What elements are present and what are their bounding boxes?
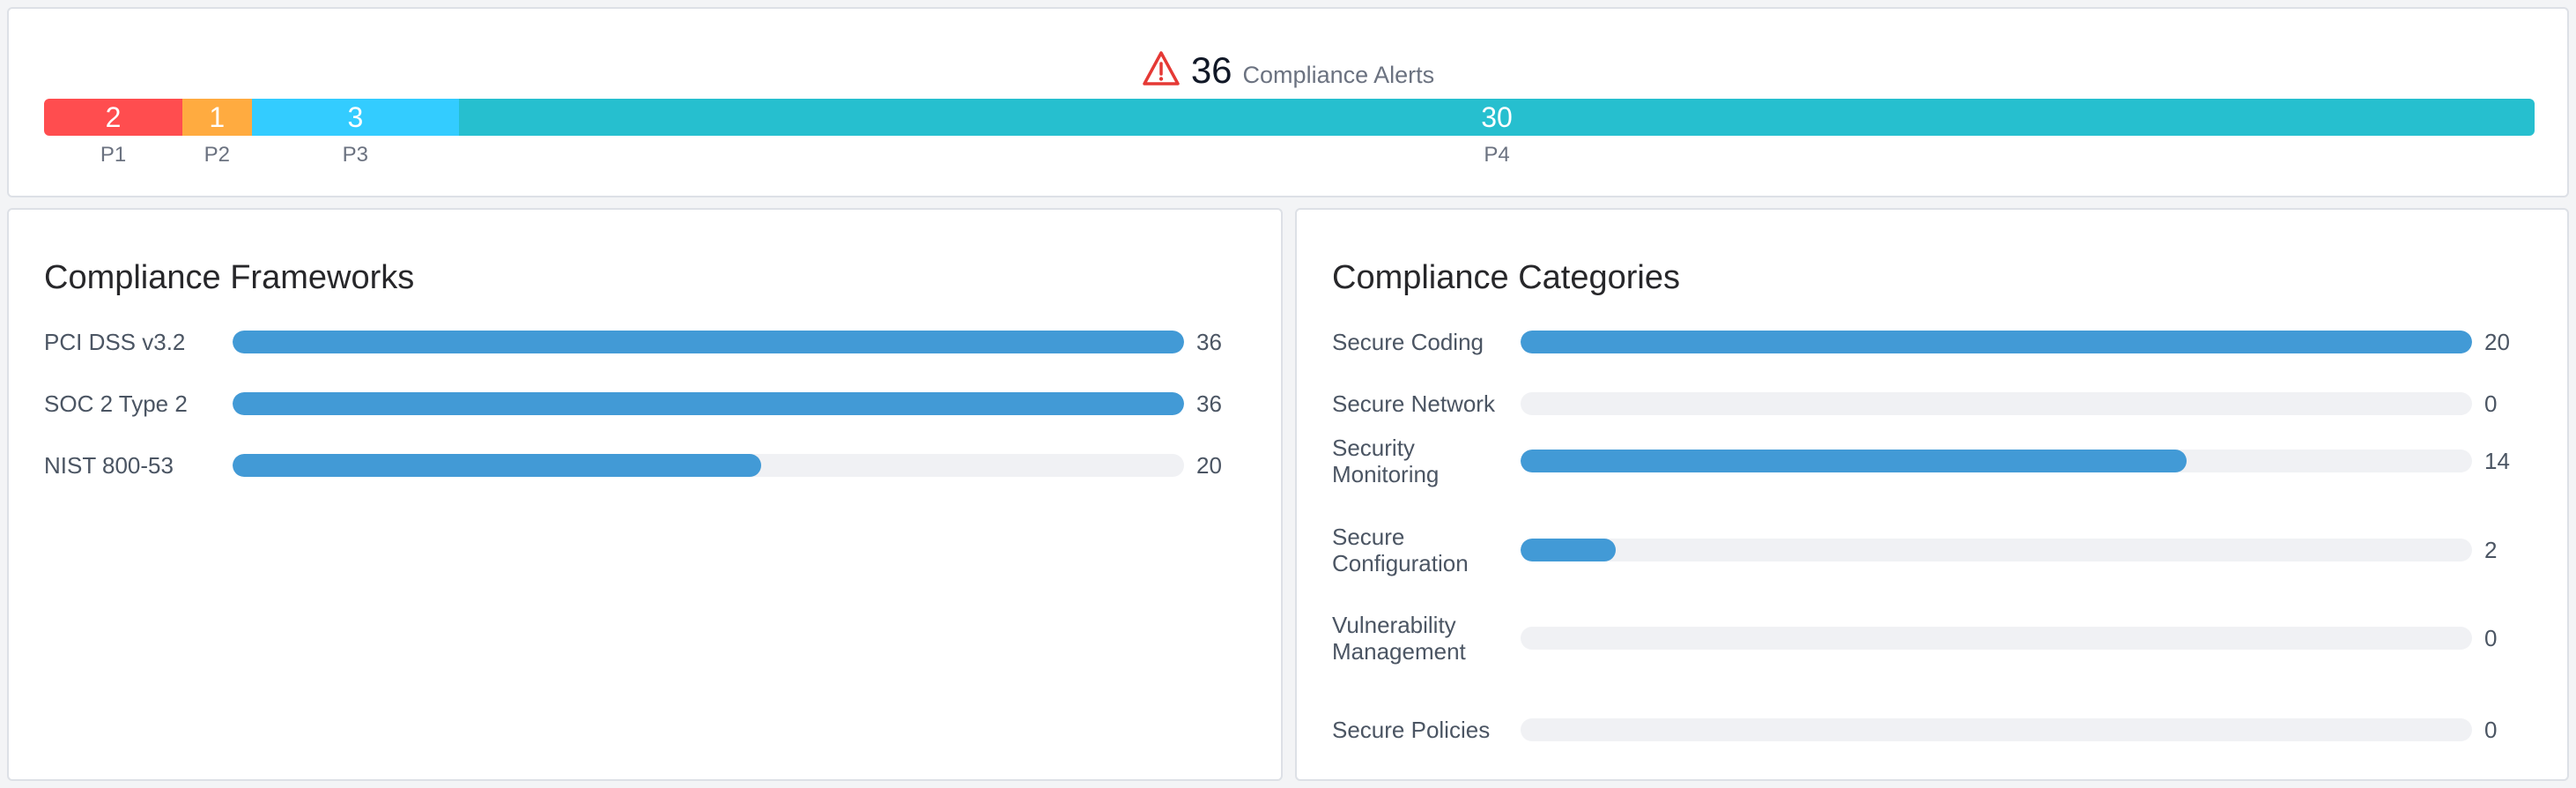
categories-row-value: 2 — [2484, 536, 2498, 563]
categories-row[interactable]: Secure Configuration 2 — [1332, 524, 2520, 576]
alerts-total-count: 36 — [1190, 49, 1232, 91]
severity-segment-p2[interactable]: 1 — [182, 99, 252, 136]
compliance-frameworks-panel: Compliance Frameworks PCI DSS v3.2 36 SOC … — [7, 208, 1283, 781]
frameworks-row-value: 36 — [1196, 328, 1222, 355]
categories-row-track — [1521, 539, 2472, 561]
categories-row[interactable]: Secure Coding 20 — [1332, 329, 2520, 356]
categories-row-fill — [1521, 539, 1616, 561]
categories-row-fill — [1521, 450, 2187, 472]
warning-icon — [1142, 50, 1181, 92]
frameworks-row-value: 20 — [1196, 451, 1222, 479]
frameworks-title: Compliance Frameworks — [44, 259, 415, 296]
frameworks-row-label: SOC 2 Type 2 — [44, 390, 188, 417]
categories-row-label: Security Monitoring — [1332, 435, 1440, 487]
severity-segment-p1[interactable]: 2 — [44, 99, 183, 136]
severity-segment-p4[interactable]: 30 — [459, 99, 2535, 136]
compliance-alerts-panel: 36 Compliance Alerts 2 1 3 30 P1 P2 P3 P4 — [7, 7, 2569, 197]
categories-row-track — [1521, 718, 2472, 741]
frameworks-row-label: NIST 800-53 — [44, 452, 174, 479]
frameworks-row-fill — [233, 331, 1184, 353]
categories-row[interactable]: Secure Policies 0 — [1332, 717, 2520, 744]
categories-row[interactable]: Security Monitoring 14 — [1332, 435, 2520, 487]
categories-row-label: Secure Configuration — [1332, 524, 1469, 576]
categories-row-track — [1521, 331, 2472, 353]
categories-row-label: Vulnerability Management — [1332, 612, 1466, 665]
frameworks-row[interactable]: PCI DSS v3.2 36 — [44, 329, 1232, 356]
frameworks-row-track — [233, 331, 1184, 353]
categories-row[interactable]: Vulnerability Management 0 — [1332, 612, 2520, 665]
severity-segment-p3[interactable]: 3 — [251, 99, 460, 136]
frameworks-row-label: PCI DSS v3.2 — [44, 329, 186, 355]
categories-row-track — [1521, 627, 2472, 650]
frameworks-row-fill — [233, 392, 1184, 415]
categories-row-fill — [1521, 331, 2472, 353]
severity-labels: P1 P2 P3 P4 — [44, 143, 2535, 171]
categories-row-value: 14 — [2484, 447, 2510, 474]
severity-label-p2: P2 — [204, 143, 230, 167]
categories-row-label: Secure Policies — [1332, 717, 1491, 743]
severity-label-p4: P4 — [1484, 143, 1510, 167]
categories-row-value: 0 — [2484, 624, 2498, 651]
categories-row-label: Secure Coding — [1332, 329, 1484, 355]
alerts-header: 36 Compliance Alerts — [9, 48, 2567, 93]
categories-row[interactable]: Secure Network 0 — [1332, 390, 2520, 418]
frameworks-row-track — [233, 392, 1184, 415]
categories-row-label: Secure Network — [1332, 390, 1495, 417]
frameworks-row-value: 36 — [1196, 390, 1222, 417]
frameworks-row-track — [233, 454, 1184, 477]
severity-bar: 2 1 3 30 — [44, 99, 2535, 136]
alerts-label: Compliance Alerts — [1242, 61, 1435, 88]
categories-title: Compliance Categories — [1332, 259, 1680, 296]
severity-label-p1: P1 — [100, 143, 127, 167]
categories-row-value: 20 — [2484, 328, 2510, 355]
categories-row-track — [1521, 450, 2472, 472]
frameworks-row-fill — [233, 454, 761, 477]
frameworks-row[interactable]: NIST 800-53 20 — [44, 452, 1232, 479]
severity-label-p3: P3 — [342, 143, 369, 167]
categories-row-track — [1521, 392, 2472, 415]
frameworks-row[interactable]: SOC 2 Type 2 36 — [44, 390, 1232, 418]
categories-row-value: 0 — [2484, 390, 2498, 417]
categories-row-value: 0 — [2484, 716, 2498, 743]
compliance-categories-panel: Compliance Categories Secure Coding 20 Sec… — [1295, 208, 2569, 781]
